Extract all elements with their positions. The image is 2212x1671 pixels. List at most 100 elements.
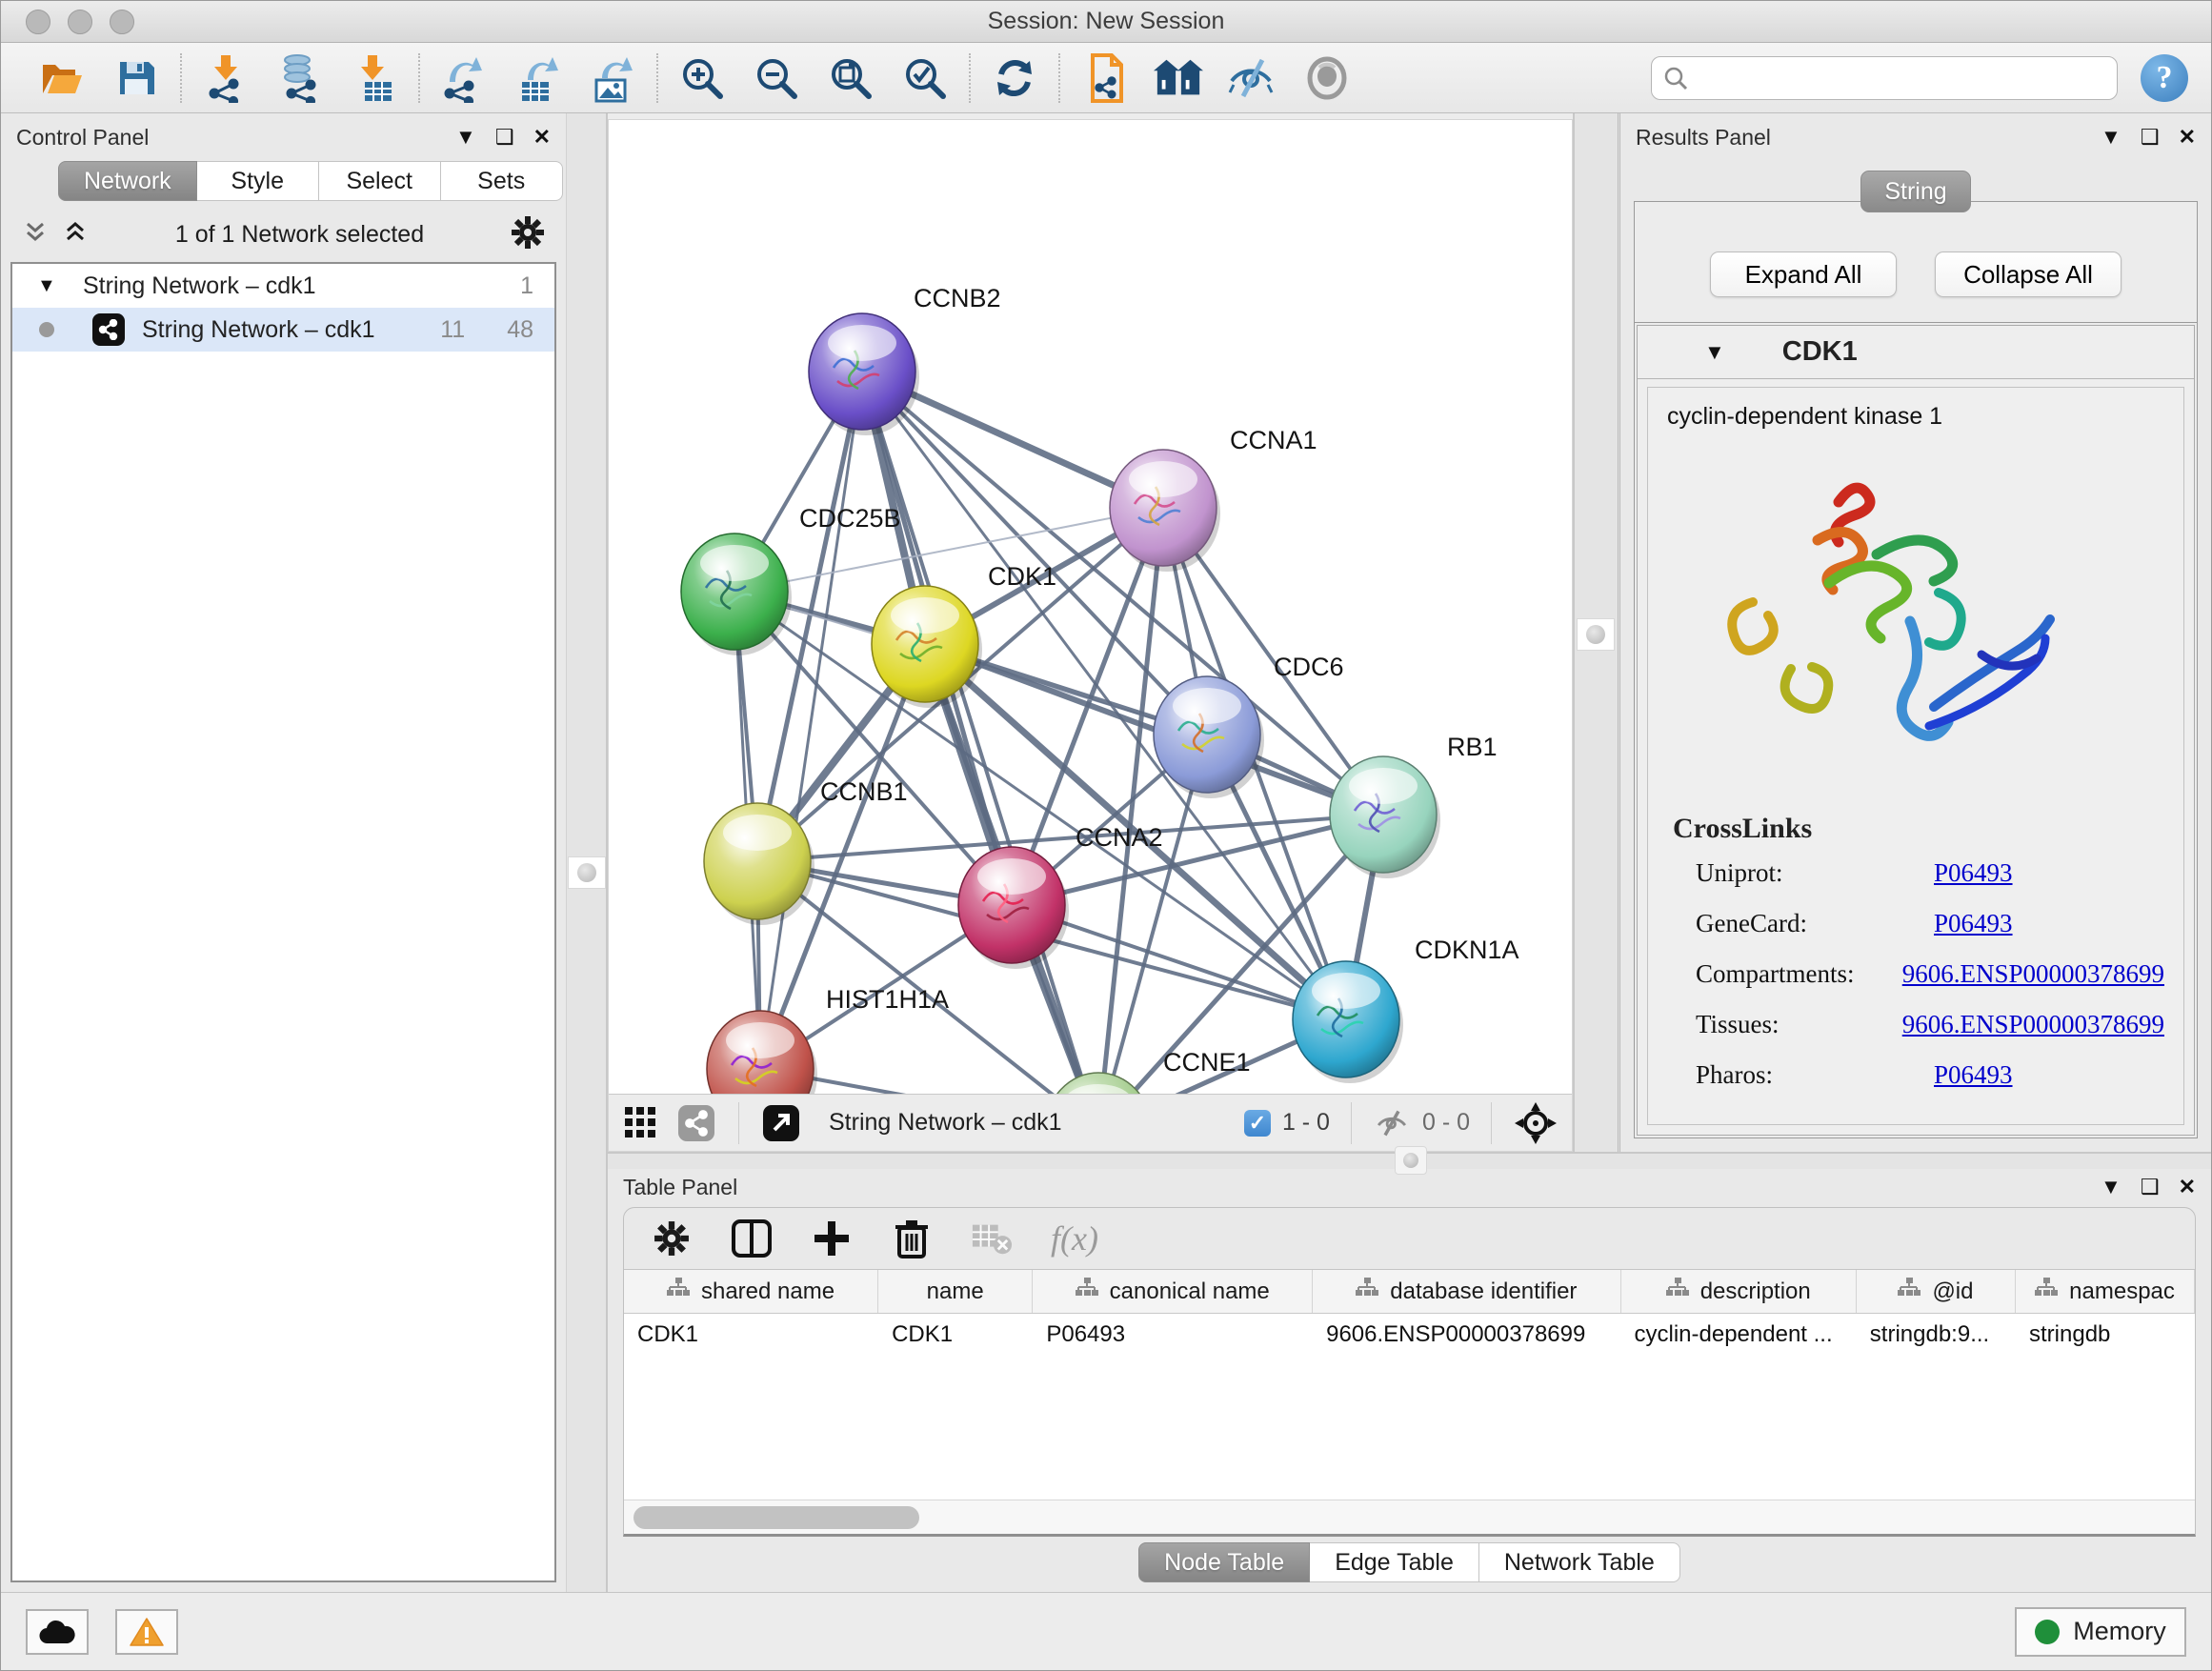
annotation-share-icon[interactable] [1079,53,1129,103]
scrollbar-thumb[interactable] [633,1506,919,1529]
splitter-handle[interactable] [1395,1146,1427,1175]
results-panel-maximize-icon[interactable]: ❑ [2141,125,2160,150]
column-header-shared-name[interactable]: shared name [624,1270,878,1313]
cloud-status-button[interactable] [26,1609,89,1655]
show-graphics-details-icon[interactable] [1302,53,1352,103]
table-panel-maximize-icon[interactable]: ❑ [2141,1175,2160,1199]
network-node-rb1[interactable]: RB1 [1330,733,1498,878]
tab-network-table[interactable]: Network Table [1479,1542,1680,1582]
search-field[interactable] [1651,56,2118,100]
splitter-handle[interactable] [568,856,606,889]
column-header-description[interactable]: description [1621,1270,1857,1313]
tab-string[interactable]: String [1860,171,1970,212]
control-panel-maximize-icon[interactable]: ❑ [495,125,514,150]
network-node-cdkn1a[interactable]: CDKN1A [1293,936,1519,1083]
network-node-ccnb2[interactable]: CCNB2 [809,284,1001,435]
network-node-hist1h1a[interactable]: HIST1H1A [707,985,949,1094]
collapse-all-networks-icon[interactable] [22,220,49,250]
tab-select[interactable]: Select [319,161,441,201]
hide-graphics-details-icon[interactable] [1228,53,1277,103]
export-network-file-icon[interactable] [439,53,489,103]
export-image-file-icon[interactable] [588,53,637,103]
table-panel-float-icon[interactable]: ▼ [2101,1175,2122,1199]
table-options-gear-icon[interactable] [651,1218,693,1259]
cloud-icon [38,1619,76,1645]
table-horizontal-scrollbar[interactable] [624,1500,2195,1534]
window-minimize-button[interactable] [68,10,92,34]
tab-edge-table[interactable]: Edge Table [1310,1542,1479,1582]
network-canvas[interactable]: CCNB2CCNA1CDC25BCDK1CDC6RB1CCNB1CCNA2CDK… [609,120,1572,1094]
crosslink-link[interactable]: 9606.ENSP00000378699 [1902,959,2164,989]
save-session-icon[interactable] [111,53,161,103]
network-share-view-icon[interactable] [675,1102,717,1144]
crosslink-link[interactable]: P06493 [1934,909,2013,938]
table-cell[interactable]: stringdb:9... [1857,1314,2016,1356]
tab-network[interactable]: Network [58,161,197,201]
table-cell[interactable]: stringdb [2016,1314,2195,1356]
table-cell[interactable]: CDK1 [624,1314,878,1356]
import-network-database-icon[interactable] [275,53,325,103]
birds-eye-view-icon[interactable] [1513,1100,1558,1146]
column-header-canonical-name[interactable]: canonical name [1033,1270,1313,1313]
table-row[interactable]: CDK1CDK1P064939606.ENSP00000378699cyclin… [624,1314,2195,1356]
column-header-name[interactable]: name [878,1270,1033,1313]
vertical-splitter-right[interactable] [1573,113,1620,1152]
column-header-namespac[interactable]: namespac [2016,1270,2195,1313]
window-zoom-button[interactable] [110,10,134,34]
export-table-file-icon[interactable] [513,53,563,103]
network-options-gear-icon[interactable] [511,215,545,254]
help-icon[interactable]: ? [2141,54,2188,102]
zoom-out-icon[interactable] [752,53,801,103]
expand-all-networks-icon[interactable] [62,220,89,250]
network-node-ccna1[interactable]: CCNA1 [1110,426,1317,572]
collapse-all-button[interactable]: Collapse All [1935,252,2122,297]
refresh-icon[interactable] [990,53,1039,103]
vertical-splitter-left[interactable] [566,113,608,1592]
add-column-icon[interactable] [811,1218,853,1259]
import-table-file-icon[interactable] [350,53,399,103]
tab-style[interactable]: Style [197,161,319,201]
node-table[interactable]: shared namenamecanonical namedatabase id… [624,1269,2195,1534]
houses-icon[interactable] [1154,53,1203,103]
expand-all-button[interactable]: Expand All [1710,252,1897,297]
grid-view-icon[interactable] [622,1104,660,1142]
delete-column-icon[interactable] [891,1218,933,1259]
tab-node-table[interactable]: Node Table [1138,1542,1310,1582]
table-panel-close-icon[interactable]: ✕ [2179,1175,2196,1199]
import-network-file-icon[interactable] [201,53,251,103]
results-panel-float-icon[interactable]: ▼ [2101,125,2122,150]
search-input[interactable] [1696,65,2105,91]
tab-sets[interactable]: Sets [441,161,563,201]
show-columns-icon[interactable] [731,1218,773,1259]
network-row[interactable]: String Network – cdk1 11 48 [12,308,554,352]
network-collection-row[interactable]: ▼ String Network – cdk1 1 [12,264,554,308]
splitter-handle[interactable] [1577,618,1615,651]
window-close-button[interactable] [26,10,50,34]
table-cell[interactable]: 9606.ENSP00000378699 [1313,1314,1620,1356]
memory-button[interactable]: Memory [2015,1607,2186,1657]
network-node-cdc6[interactable]: CDC6 [1154,653,1344,798]
horizontal-splitter[interactable] [608,1152,2211,1169]
gene-expander-icon[interactable]: ▼ [1704,340,1725,365]
warning-status-button[interactable] [115,1609,178,1655]
gene-section-header[interactable]: ▼ CDK1 [1638,326,2194,379]
zoom-in-icon[interactable] [677,53,727,103]
zoom-fit-icon[interactable] [826,53,875,103]
collection-expander-icon[interactable]: ▼ [37,275,66,297]
column-header-database-identifier[interactable]: database identifier [1313,1270,1620,1313]
table-cell[interactable]: P06493 [1033,1314,1313,1356]
crosslink-link[interactable]: P06493 [1934,1060,2013,1090]
network-node-cdk1[interactable]: CDK1 [872,562,1056,708]
column-header--id[interactable]: @id [1857,1270,2016,1313]
table-cell[interactable]: CDK1 [878,1314,1033,1356]
open-file-icon[interactable] [37,53,87,103]
crosslink-link[interactable]: P06493 [1934,858,2013,888]
results-panel-close-icon[interactable]: ✕ [2179,125,2196,150]
table-cell[interactable]: cyclin-dependent ... [1621,1314,1857,1356]
crosslink-link[interactable]: 9606.ENSP00000378699 [1902,1010,2164,1039]
control-panel-float-icon[interactable]: ▼ [455,125,476,150]
selected-checkbox-icon[interactable]: ✓ [1244,1110,1271,1137]
zoom-selected-icon[interactable] [900,53,950,103]
open-in-window-icon[interactable] [760,1102,802,1144]
control-panel-close-icon[interactable]: ✕ [533,125,551,150]
